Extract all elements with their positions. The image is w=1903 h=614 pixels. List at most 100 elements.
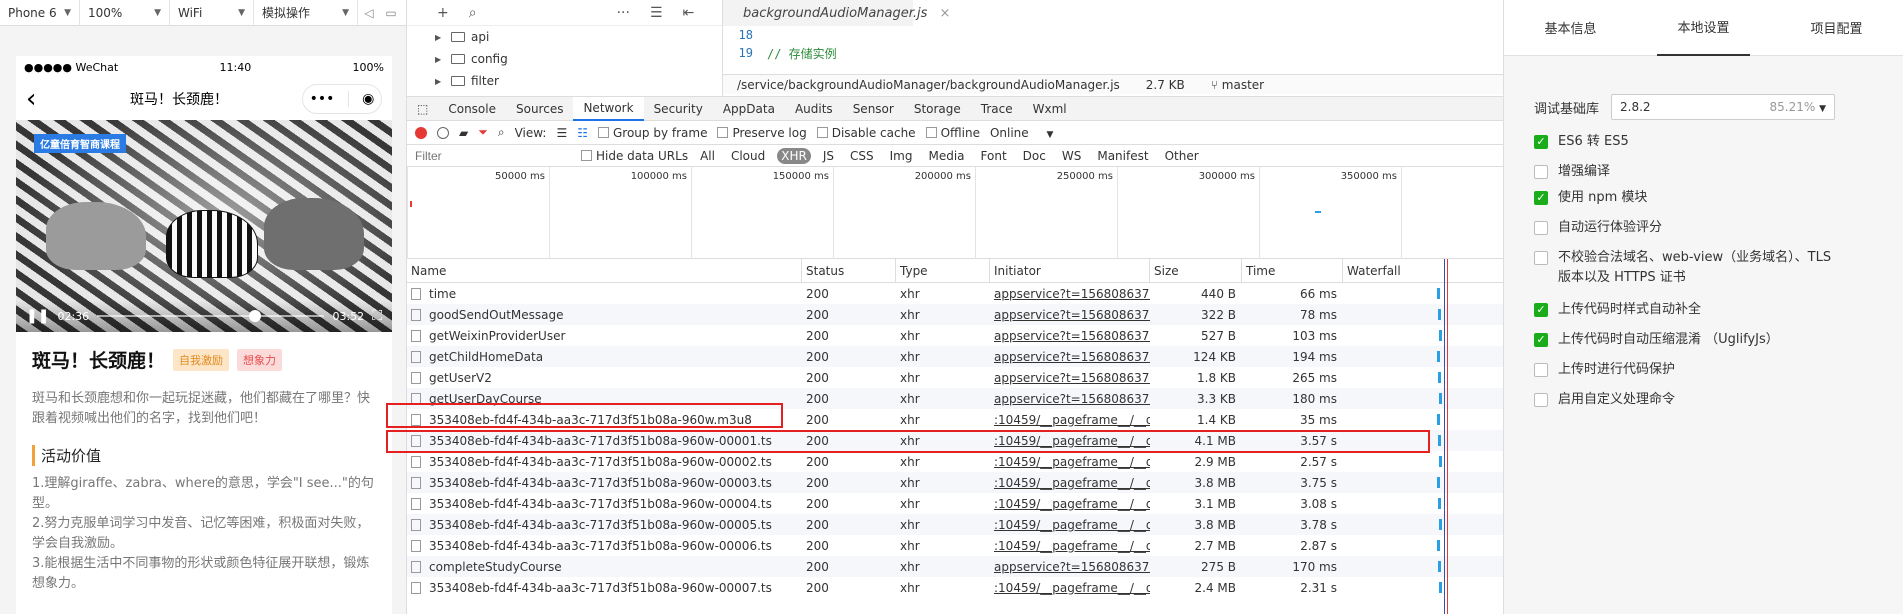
checkbox-unchecked[interactable]	[1534, 393, 1548, 407]
disable-cache-checkbox[interactable]: Disable cache	[816, 126, 916, 140]
more-button[interactable]: •••	[310, 91, 335, 107]
column-header[interactable]: Name	[407, 259, 802, 283]
tab-trace[interactable]: Trace	[971, 97, 1023, 121]
table-row[interactable]: 353408eb-fd4f-434b-aa3c-717d3f51b08a-960…	[407, 493, 1503, 514]
checkbox-unchecked[interactable]	[1534, 251, 1548, 265]
close-target-icon[interactable]: ◉	[362, 91, 374, 107]
tree-folder-config[interactable]: ▶ config	[407, 48, 722, 70]
checkbox-checked[interactable]: ✓	[1534, 191, 1548, 205]
initiator-text[interactable]: appservice?t=1568086376116:3...	[994, 308, 1150, 322]
filter-type-media[interactable]: Media	[924, 148, 968, 164]
window-icon[interactable]: ▭	[380, 6, 402, 20]
tab-basic-info[interactable]: 基本信息	[1524, 0, 1616, 56]
more-icon[interactable]: ···	[617, 5, 630, 21]
initiator-text[interactable]: :10459/__pageframe__/__dev__/...	[994, 476, 1150, 490]
table-row[interactable]: 353408eb-fd4f-434b-aa3c-717d3f51b08a-960…	[407, 451, 1503, 472]
inspect-icon[interactable]: ⬚	[407, 97, 438, 121]
column-header[interactable]: Time	[1242, 259, 1343, 283]
record-icon[interactable]	[415, 126, 427, 139]
tree-folder-filter[interactable]: ▶ filter	[407, 70, 722, 92]
progress-knob[interactable]	[249, 310, 262, 322]
filter-type-ws[interactable]: WS	[1058, 148, 1085, 164]
tree-folder-api[interactable]: ▶ api	[407, 26, 722, 48]
column-header[interactable]: Waterfall	[1343, 259, 1503, 283]
network-select[interactable]: WiFi ▼	[170, 0, 254, 26]
initiator-text[interactable]: appservice?t=1568086376116:3...	[994, 287, 1150, 301]
fullscreen-icon[interactable]: ⛶	[372, 308, 382, 324]
settings-option[interactable]: 自动运行体验评分	[1534, 218, 1834, 238]
tab-sources[interactable]: Sources	[506, 97, 573, 121]
column-header[interactable]: Initiator	[990, 259, 1150, 283]
settings-option[interactable]: ✓ ES6 转 ES5	[1534, 132, 1834, 152]
throttle-select[interactable]: Online ▼	[990, 126, 1053, 140]
mute-icon[interactable]: ◁	[358, 6, 380, 20]
table-row[interactable]: 353408eb-fd4f-434b-aa3c-717d3f51b08a-960…	[407, 577, 1503, 598]
tab-wxml[interactable]: Wxml	[1023, 97, 1077, 121]
tab-project-config[interactable]: 项目配置	[1790, 0, 1882, 56]
network-overview[interactable]: 50000 ms 100000 ms 150000 ms 200000 ms 2…	[407, 167, 1503, 259]
initiator-text[interactable]: :10459/__pageframe__/__dev__/...	[994, 581, 1150, 595]
initiator-text[interactable]: :10459/__pageframe__/__dev__/...	[994, 518, 1150, 532]
settings-option[interactable]: ✓ 使用 npm 模块	[1534, 188, 1834, 208]
filter-type-js[interactable]: JS	[819, 148, 838, 164]
table-row[interactable]: time 200 xhr appservice?t=1568086376116:3..…	[407, 283, 1503, 304]
checkbox-checked[interactable]: ✓	[1534, 303, 1548, 317]
table-row[interactable]: getWeixinProviderUser 200 xhr appservice?t=…	[407, 325, 1503, 346]
camera-icon[interactable]: ▰	[459, 126, 468, 140]
filter-type-cloud[interactable]: Cloud	[727, 148, 769, 164]
settings-option[interactable]: 启用自定义处理命令	[1534, 390, 1834, 410]
device-select[interactable]: Phone 6 ▼	[0, 0, 80, 26]
initiator-text[interactable]: :10459/__pageframe__/__dev__/...	[994, 455, 1150, 469]
initiator-text[interactable]: :10459/__pageframe__/__dev__/...	[994, 497, 1150, 511]
editor-tab[interactable]: backgroundAudioManager.js ×	[723, 0, 950, 26]
offline-checkbox[interactable]: Offline	[925, 126, 980, 140]
settings-option[interactable]: 上传时进行代码保护	[1534, 360, 1834, 380]
settings-option[interactable]: ✓ 上传代码时自动压缩混淆 （UglifyJs）	[1534, 330, 1834, 350]
progress-bar[interactable]	[97, 310, 325, 322]
back-icon[interactable]: ‹	[26, 86, 56, 112]
settings-option[interactable]: ✓ 上传代码时样式自动补全	[1534, 300, 1834, 320]
tab-network[interactable]: Network	[573, 96, 644, 121]
waterfall-view-icon[interactable]: ☷	[577, 126, 588, 140]
search-icon[interactable]: ⌕	[498, 125, 505, 140]
table-row[interactable]: getUserV2 200 xhr appservice?t=156808637611…	[407, 367, 1503, 388]
initiator-text[interactable]: :10459/__pageframe__/__dev__/...	[994, 413, 1150, 427]
tab-security[interactable]: Security	[644, 97, 713, 121]
tab-audits[interactable]: Audits	[785, 97, 843, 121]
column-header[interactable]: Type	[896, 259, 990, 283]
close-icon[interactable]: ×	[939, 6, 950, 21]
checkbox-checked[interactable]: ✓	[1534, 333, 1548, 347]
search-icon[interactable]: ⌕	[469, 5, 477, 21]
initiator-text[interactable]: appservice?t=1568086376116:3...	[994, 392, 1150, 406]
filter-type-all[interactable]: All	[696, 148, 719, 164]
checkbox-unchecked[interactable]	[1534, 363, 1548, 377]
filter-type-font[interactable]: Font	[977, 148, 1011, 164]
clear-icon[interactable]	[437, 126, 449, 139]
list-view-icon[interactable]: ☰	[556, 126, 567, 140]
table-row[interactable]: goodSendOutMessage 200 xhr appservice?t=156…	[407, 304, 1503, 325]
initiator-text[interactable]: appservice?t=1568086376116:3...	[994, 350, 1150, 364]
zoom-select[interactable]: 100% ▼	[80, 0, 170, 26]
tab-local-settings[interactable]: 本地设置	[1657, 0, 1750, 56]
checkbox-unchecked[interactable]	[1534, 165, 1548, 179]
table-row[interactable]: 353408eb-fd4f-434b-aa3c-717d3f51b08a-960…	[407, 514, 1503, 535]
filter-type-img[interactable]: Img	[886, 148, 917, 164]
ops-select[interactable]: 模拟操作 ▼	[254, 0, 358, 26]
collapse-icon[interactable]: ☰	[650, 5, 663, 21]
preserve-log-checkbox[interactable]: Preserve log	[717, 126, 807, 140]
table-row[interactable]: 353408eb-fd4f-434b-aa3c-717d3f51b08a-960…	[407, 472, 1503, 493]
filter-type-manifest[interactable]: Manifest	[1093, 148, 1152, 164]
filter-type-css[interactable]: CSS	[846, 148, 878, 164]
initiator-text[interactable]: appservice?t=1568086376116:3...	[994, 329, 1150, 343]
base-library-select[interactable]: 2.8.2 85.21% ▼	[1611, 94, 1836, 120]
hide-data-urls-checkbox[interactable]: Hide data URLs	[581, 149, 688, 163]
tab-storage[interactable]: Storage	[904, 97, 971, 121]
split-icon[interactable]: ⇤	[683, 5, 695, 21]
initiator-text[interactable]: appservice?t=1568086376116:3...	[994, 560, 1150, 574]
settings-option[interactable]: 不校验合法域名、web-view（业务域名）、TLS 版本以及 HTTPS 证书	[1534, 248, 1834, 288]
table-row[interactable]: 353408eb-fd4f-434b-aa3c-717d3f51b08a-960…	[407, 535, 1503, 556]
group-by-frame-checkbox[interactable]: Group by frame	[597, 126, 707, 140]
filter-icon[interactable]: ⏷	[478, 125, 488, 140]
checkbox-unchecked[interactable]	[1534, 221, 1548, 235]
checkbox-checked[interactable]: ✓	[1534, 135, 1548, 149]
